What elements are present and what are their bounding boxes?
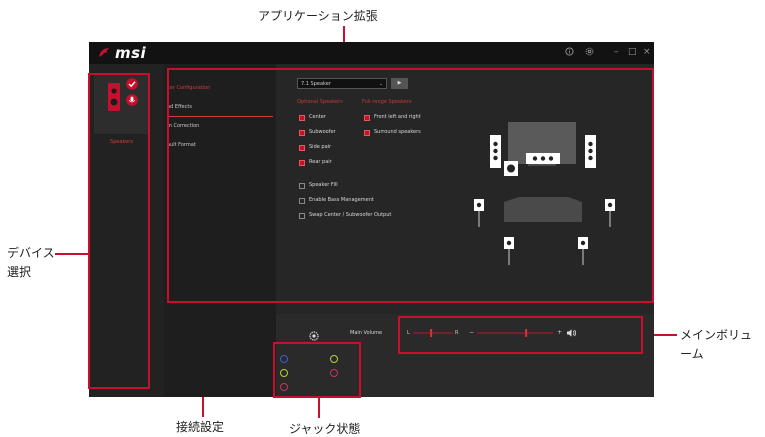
jack-status-callout: ジャック状態	[289, 422, 361, 436]
gear-icon[interactable]	[585, 47, 594, 56]
main-volume-label: Main Volume	[350, 330, 383, 336]
jack-status-leader	[318, 398, 320, 418]
msi-logo: msi	[97, 44, 146, 62]
app-extension-callout: アプリケーション拡張	[258, 9, 378, 23]
title-bar: msi – □ ×	[89, 42, 654, 64]
connection-callout: 接続設定	[176, 420, 225, 434]
info-icon[interactable]	[565, 47, 574, 56]
dragon-icon	[99, 48, 109, 57]
main-volume-callout-line2: ーム	[680, 347, 704, 361]
app-extension-frame	[167, 68, 654, 303]
device-select-callout-line1: デバイス	[7, 246, 55, 260]
connection-settings-gear-icon[interactable]	[309, 331, 319, 341]
logo-text: msi	[115, 44, 147, 62]
maximize-icon[interactable]: □	[628, 46, 637, 58]
main-volume-frame	[398, 316, 643, 354]
jack-status-frame	[273, 342, 361, 398]
device-select-callout-line2: 選択	[7, 265, 32, 279]
main-volume-callout-line1: メインボリュ	[680, 328, 753, 342]
device-select-leader	[55, 253, 89, 255]
device-select-frame	[88, 73, 150, 389]
close-icon[interactable]: ×	[643, 46, 651, 58]
minimize-icon[interactable]: –	[614, 46, 619, 58]
